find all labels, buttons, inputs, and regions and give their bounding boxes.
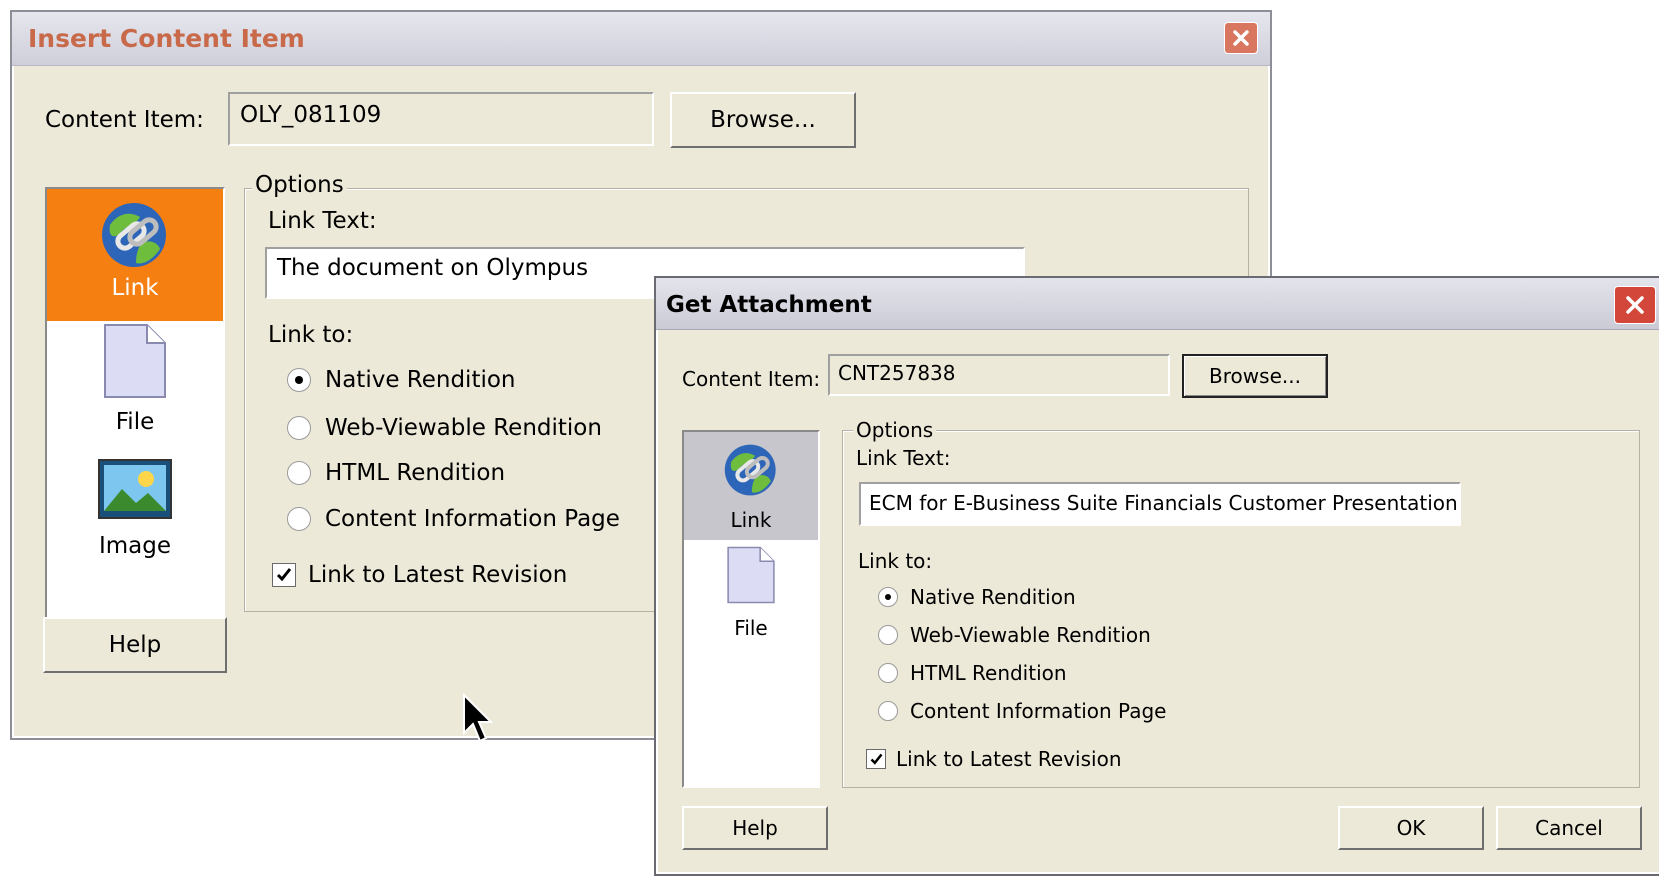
insert-options-legend: Options <box>252 172 347 198</box>
radio-button <box>287 461 311 485</box>
mouse-pointer-icon <box>463 693 494 743</box>
checkbox <box>272 563 296 587</box>
insert-help-button[interactable]: Help <box>43 617 227 673</box>
get-radio-native-label: Native Rendition <box>910 585 1076 609</box>
radio-button <box>878 701 898 721</box>
checkbox <box>866 749 886 769</box>
get-link-text-input[interactable]: ECM for E-Business Suite Financials Cust… <box>859 482 1461 526</box>
get-sidebar-file-label: File <box>734 616 768 640</box>
insert-dialog-close-button[interactable] <box>1224 22 1258 54</box>
radio-button <box>878 663 898 683</box>
get-type-sidebar: Link File <box>682 430 820 788</box>
get-radio-info-page[interactable]: Content Information Page <box>878 699 1166 723</box>
insert-radio-info-page-label: Content Information Page <box>325 506 620 532</box>
insert-radio-native[interactable]: Native Rendition <box>287 367 516 393</box>
radio-button <box>287 368 311 392</box>
get-dialog-titlebar: Get Attachment <box>656 278 1659 330</box>
checkmark-icon <box>870 753 882 765</box>
get-browse-button[interactable]: Browse... <box>1182 354 1328 398</box>
get-radio-web-viewable-label: Web-Viewable Rendition <box>910 623 1151 647</box>
get-options-legend: Options <box>853 418 937 442</box>
file-icon <box>727 546 775 604</box>
radio-button <box>287 416 311 440</box>
insert-browse-button[interactable]: Browse... <box>670 92 856 148</box>
get-content-item-label: Content Item: <box>682 367 821 391</box>
get-help-button[interactable]: Help <box>682 806 828 850</box>
file-icon <box>104 324 166 398</box>
insert-sidebar-item-file[interactable]: File <box>47 323 223 457</box>
insert-dialog-title: Insert Content Item <box>28 24 305 53</box>
get-radio-native[interactable]: Native Rendition <box>878 585 1076 609</box>
insert-sidebar-image-label: Image <box>98 533 172 559</box>
get-latest-revision-checkbox[interactable]: Link to Latest Revision <box>866 747 1122 771</box>
insert-dialog-titlebar: Insert Content Item <box>12 12 1270 66</box>
get-radio-info-page-label: Content Information Page <box>910 699 1167 723</box>
insert-radio-native-label: Native Rendition <box>325 367 516 393</box>
insert-type-sidebar: Link File Image <box>45 187 225 641</box>
get-radio-html-label: HTML Rendition <box>910 661 1067 685</box>
radio-button <box>878 625 898 645</box>
insert-radio-info-page[interactable]: Content Information Page <box>287 506 620 532</box>
get-sidebar-link-label: Link <box>730 508 772 532</box>
insert-content-item-field[interactable]: OLY_081109 <box>228 92 654 146</box>
insert-latest-revision-checkbox[interactable]: Link to Latest Revision <box>272 562 567 588</box>
get-link-text-label: Link Text: <box>856 446 951 470</box>
get-dialog-close-button[interactable] <box>1614 286 1656 324</box>
get-radio-html[interactable]: HTML Rendition <box>878 661 1067 685</box>
radio-button <box>287 507 311 531</box>
checkmark-icon <box>276 568 292 582</box>
get-dialog-title: Get Attachment <box>666 292 872 318</box>
globe-chain-icon <box>724 444 776 496</box>
get-link-to-label: Link to: <box>858 549 933 573</box>
insert-link-to-label: Link to: <box>268 322 354 348</box>
get-sidebar-item-file[interactable]: File <box>684 542 818 650</box>
get-attachment-dialog: Get Attachment Content Item: CNT257838 B… <box>654 276 1659 876</box>
insert-radio-html[interactable]: HTML Rendition <box>287 460 505 486</box>
insert-latest-revision-label: Link to Latest Revision <box>308 562 568 588</box>
get-latest-revision-label: Link to Latest Revision <box>896 747 1122 771</box>
get-sidebar-item-link[interactable]: Link <box>684 432 818 540</box>
close-icon <box>1626 296 1644 314</box>
insert-radio-html-label: HTML Rendition <box>325 460 506 486</box>
insert-link-text-label: Link Text: <box>268 208 377 234</box>
insert-sidebar-item-image[interactable]: Image <box>47 459 223 593</box>
get-content-item-field[interactable]: CNT257838 <box>828 354 1170 396</box>
radio-button <box>878 587 898 607</box>
get-radio-web-viewable[interactable]: Web-Viewable Rendition <box>878 623 1151 647</box>
insert-radio-web-viewable-label: Web-Viewable Rendition <box>325 415 602 441</box>
cancel-button[interactable]: Cancel <box>1496 806 1642 850</box>
globe-chain-icon <box>102 203 166 267</box>
insert-content-item-label: Content Item: <box>45 107 204 133</box>
insert-radio-web-viewable[interactable]: Web-Viewable Rendition <box>287 415 602 441</box>
insert-sidebar-file-label: File <box>115 409 155 435</box>
insert-sidebar-item-link[interactable]: Link <box>47 189 223 321</box>
close-icon <box>1233 30 1249 46</box>
image-icon <box>98 459 172 519</box>
insert-sidebar-link-label: Link <box>111 275 159 301</box>
ok-button[interactable]: OK <box>1338 806 1484 850</box>
